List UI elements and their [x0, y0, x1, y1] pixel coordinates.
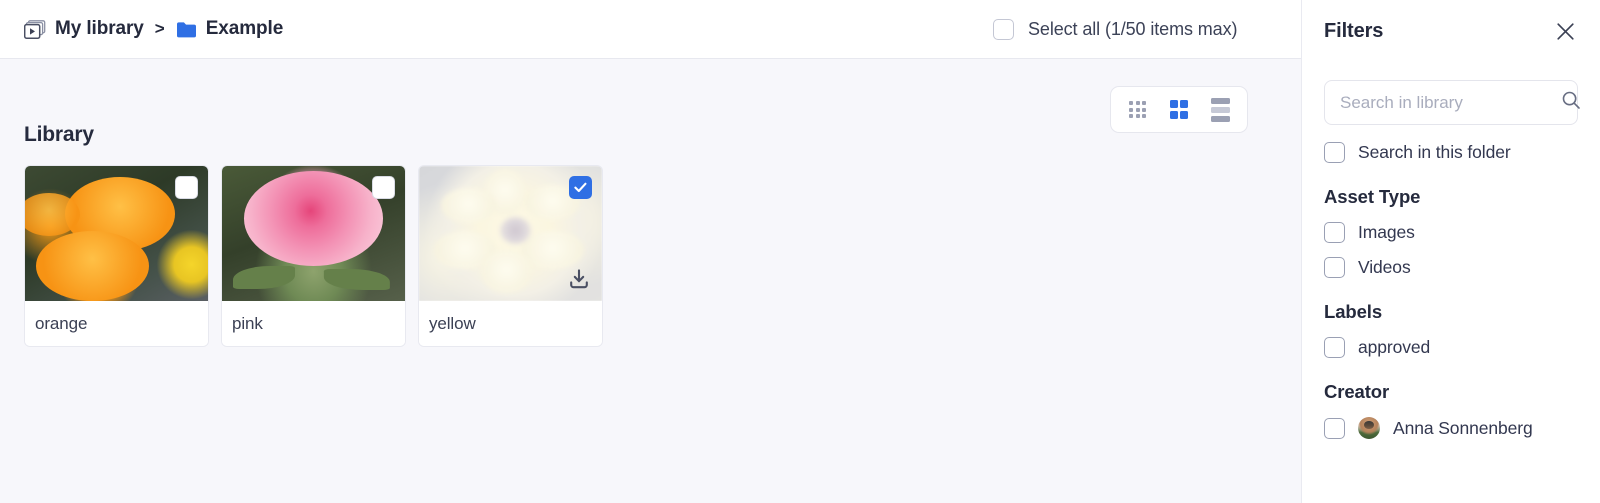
- approved-label: approved: [1358, 337, 1431, 357]
- search-icon: [1561, 90, 1581, 115]
- view-mode-large-grid[interactable]: [1162, 93, 1196, 127]
- media-library-icon: [24, 19, 46, 39]
- view-mode-toggle[interactable]: [1110, 86, 1248, 133]
- content-area: Library orange pink yellow: [0, 59, 1301, 503]
- asset-select-checkbox[interactable]: [372, 176, 395, 199]
- asset-grid: orange pink yellow: [24, 165, 603, 347]
- creator-checkbox[interactable]: [1324, 417, 1345, 439]
- asset-card-pink[interactable]: pink: [221, 165, 406, 347]
- list-view-icon: [1210, 97, 1230, 122]
- download-icon[interactable]: [566, 266, 592, 292]
- grid-large-icon: [1169, 100, 1189, 119]
- asset-thumbnail[interactable]: [419, 166, 602, 301]
- search-in-folder-checkbox[interactable]: [1324, 142, 1345, 163]
- search-box[interactable]: [1324, 80, 1581, 125]
- filter-search-in-folder[interactable]: Search in this folder: [1324, 142, 1578, 163]
- grid-small-icon: [1129, 101, 1147, 118]
- images-label: Images: [1358, 222, 1415, 242]
- filter-group-title-asset-type: Asset Type: [1324, 186, 1421, 207]
- asset-card-yellow[interactable]: yellow: [418, 165, 603, 347]
- filter-option-images[interactable]: Images: [1324, 222, 1578, 243]
- asset-card-orange[interactable]: orange: [24, 165, 209, 347]
- filter-option-videos[interactable]: Videos: [1324, 257, 1578, 278]
- asset-label: yellow: [419, 301, 602, 346]
- images-checkbox[interactable]: [1324, 222, 1345, 243]
- breadcrumb-separator: >: [154, 19, 165, 38]
- approved-checkbox[interactable]: [1324, 337, 1345, 358]
- select-all-label: Select all (1/50 items max): [1028, 18, 1238, 39]
- asset-thumbnail[interactable]: [25, 166, 208, 301]
- videos-checkbox[interactable]: [1324, 257, 1345, 278]
- filter-option-creator-anna[interactable]: Anna Sonnenberg: [1324, 417, 1578, 439]
- search-in-folder-label: Search in this folder: [1358, 142, 1511, 162]
- top-bar: My library > Example Select all (1/50 it…: [0, 0, 1301, 59]
- filter-group-title-labels: Labels: [1324, 301, 1383, 322]
- asset-select-checkbox[interactable]: [569, 176, 592, 199]
- checkmark-icon: [574, 182, 587, 193]
- avatar: [1358, 417, 1380, 439]
- filters-header: Filters: [1324, 0, 1578, 58]
- breadcrumb-root-label[interactable]: My library: [55, 18, 144, 40]
- search-input[interactable]: [1340, 92, 1561, 113]
- close-icon[interactable]: [1552, 18, 1578, 44]
- filters-title: Filters: [1324, 19, 1384, 42]
- asset-select-checkbox[interactable]: [175, 176, 198, 199]
- app-root: My library > Example Select all (1/50 it…: [0, 0, 1600, 503]
- asset-label: orange: [25, 301, 208, 346]
- creator-label: Anna Sonnenberg: [1393, 417, 1533, 438]
- folder-icon: [176, 21, 197, 38]
- filter-option-approved[interactable]: approved: [1324, 337, 1578, 358]
- filter-group-title-creator: Creator: [1324, 381, 1390, 402]
- view-mode-small-grid[interactable]: [1121, 93, 1155, 127]
- breadcrumb-folder-label[interactable]: Example: [206, 18, 284, 40]
- asset-thumbnail[interactable]: [222, 166, 405, 301]
- select-all-checkbox[interactable]: [993, 18, 1014, 40]
- main-column: My library > Example Select all (1/50 it…: [0, 0, 1301, 503]
- asset-label: pink: [222, 301, 405, 346]
- filters-panel: Filters Search in this folder Asset Type: [1301, 0, 1600, 503]
- videos-label: Videos: [1358, 257, 1411, 277]
- breadcrumb: My library > Example: [24, 18, 283, 40]
- view-mode-list[interactable]: [1203, 93, 1237, 127]
- page-title: Library: [24, 123, 94, 146]
- select-all-control[interactable]: Select all (1/50 items max): [993, 0, 1237, 58]
